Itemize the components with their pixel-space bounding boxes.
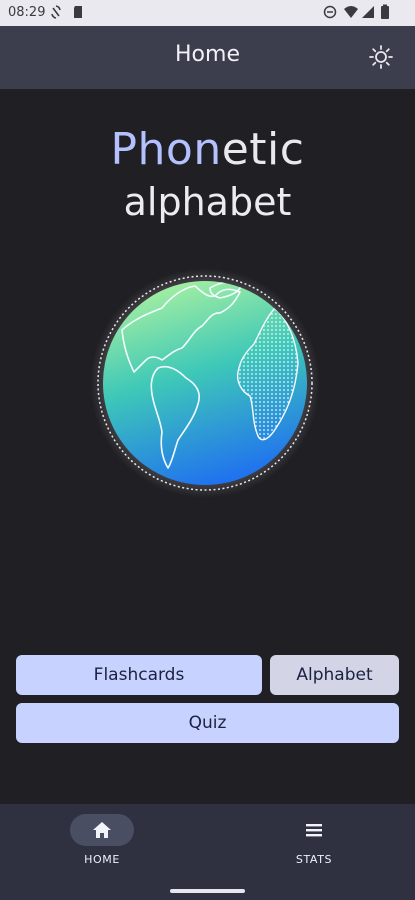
nav-label-home: HOME (84, 853, 120, 866)
hero-title-rest: etic (221, 124, 305, 175)
home-icon (93, 822, 111, 838)
status-bar: 08:29 (0, 0, 415, 26)
bottom-navigation: HOME STATS (0, 804, 415, 900)
app-bar: Home (0, 26, 415, 89)
sync-icon (51, 5, 61, 19)
hero-subtitle: alphabet (123, 180, 292, 224)
flashcards-button[interactable]: Flashcards (16, 655, 262, 695)
wifi-icon (344, 6, 358, 18)
signal-icon (362, 6, 374, 18)
alphabet-button[interactable]: Alphabet (270, 655, 399, 695)
do-not-disturb-icon (323, 5, 337, 19)
gesture-handle[interactable] (170, 889, 245, 893)
quiz-button[interactable]: Quiz (16, 703, 399, 743)
status-time: 08:29 (8, 5, 46, 20)
nav-item-home[interactable]: HOME (57, 814, 147, 866)
list-icon (306, 824, 322, 837)
brightness-icon[interactable] (367, 43, 395, 71)
page-title: Home (175, 42, 240, 67)
hero-title-accent: Phon (110, 124, 222, 175)
phone-screen: 08:29 Home Phonetic alphabet Flashcards … (0, 0, 415, 900)
nav-label-stats: STATS (295, 853, 333, 866)
nav-item-stats[interactable]: STATS (269, 814, 359, 866)
nav-indicator (282, 814, 346, 846)
sd-card-icon (74, 6, 82, 18)
nav-indicator (70, 814, 134, 846)
hero-title: Phonetic (0, 124, 415, 175)
battery-icon (381, 4, 389, 19)
globe-icon (90, 268, 320, 498)
